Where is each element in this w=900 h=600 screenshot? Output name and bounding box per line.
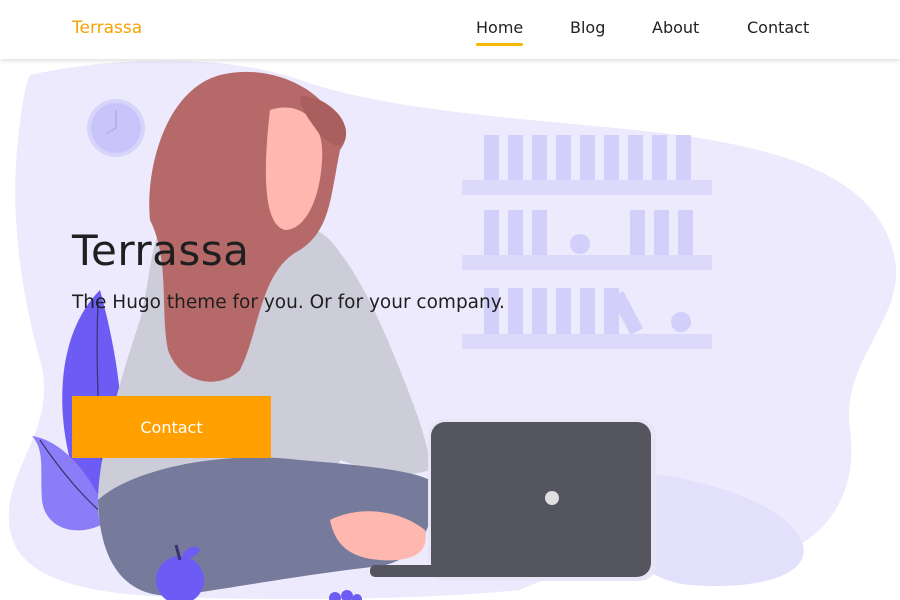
hero-illustration [8, 60, 897, 600]
clock-icon [87, 99, 145, 157]
nav-item-home[interactable]: Home [476, 18, 524, 46]
nav-item-about[interactable]: About [652, 18, 699, 37]
contact-button[interactable]: Contact [72, 396, 271, 458]
hero-title: Terrassa [72, 226, 250, 275]
main-nav: Home Blog About Contact [0, 18, 900, 48]
nav-item-contact[interactable]: Contact [747, 18, 809, 37]
hero-subtitle: The Hugo theme for you. Or for your comp… [72, 292, 505, 313]
nav-item-blog[interactable]: Blog [570, 18, 605, 37]
site-header: Terrassa Home Blog About Contact [0, 0, 900, 59]
